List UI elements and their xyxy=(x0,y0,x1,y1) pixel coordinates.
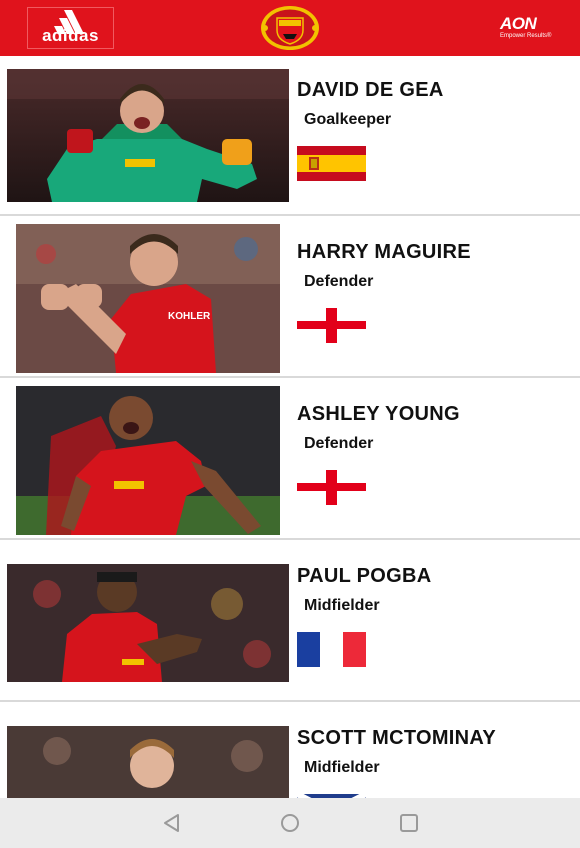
back-icon[interactable] xyxy=(160,811,184,835)
player-name: SCOTT MCTOMINAY xyxy=(297,727,496,749)
player-name: DAVID DE GEA xyxy=(297,79,444,101)
adidas-wordmark: adidas xyxy=(42,26,99,45)
player-position: Midfielder xyxy=(304,759,380,776)
spain-flag-icon xyxy=(297,146,366,181)
player-card[interactable]: DAVID DE GEA Goalkeeper xyxy=(0,56,580,216)
player-photo xyxy=(16,386,280,535)
aon-tagline: Empower Results® xyxy=(500,33,552,39)
player-name: PAUL POGBA xyxy=(297,565,432,587)
divider xyxy=(0,700,580,702)
divider xyxy=(0,214,580,216)
player-list[interactable]: DAVID DE GEA Goalkeeper KOHLER HARRY MAG… xyxy=(0,56,580,798)
england-flag-icon xyxy=(297,308,366,343)
player-card[interactable]: SCOTT MCTOMINAY Midfielder xyxy=(0,704,580,798)
recents-icon[interactable] xyxy=(397,811,421,835)
player-card[interactable]: KOHLER HARRY MAGUIRE Defender xyxy=(0,218,580,378)
player-position: Midfielder xyxy=(304,597,380,614)
aon-logo[interactable]: AON xyxy=(500,14,537,34)
crest-icon xyxy=(257,4,323,52)
svg-text:KOHLER: KOHLER xyxy=(168,311,211,322)
manchester-united-crest[interactable] xyxy=(257,4,323,52)
app-header: adidas AON Empower Results® xyxy=(0,0,580,57)
player-photo xyxy=(7,69,289,202)
divider xyxy=(0,538,580,540)
player-name: HARRY MAGUIRE xyxy=(297,241,471,263)
player-position: Defender xyxy=(304,273,374,290)
player-card[interactable]: ASHLEY YOUNG Defender xyxy=(0,380,580,540)
player-position: Goalkeeper xyxy=(304,111,392,128)
player-position: Defender xyxy=(304,435,374,452)
player-photo xyxy=(7,726,289,798)
france-flag-icon xyxy=(297,632,366,667)
england-flag-icon xyxy=(297,470,366,505)
player-card[interactable]: PAUL POGBA Midfielder xyxy=(0,542,580,702)
adidas-logo[interactable]: adidas xyxy=(27,7,114,49)
player-photo: KOHLER xyxy=(16,224,280,373)
home-icon[interactable] xyxy=(278,811,302,835)
system-navigation-bar xyxy=(0,798,580,848)
divider xyxy=(0,376,580,378)
player-photo xyxy=(7,564,289,682)
player-name: ASHLEY YOUNG xyxy=(297,403,460,425)
